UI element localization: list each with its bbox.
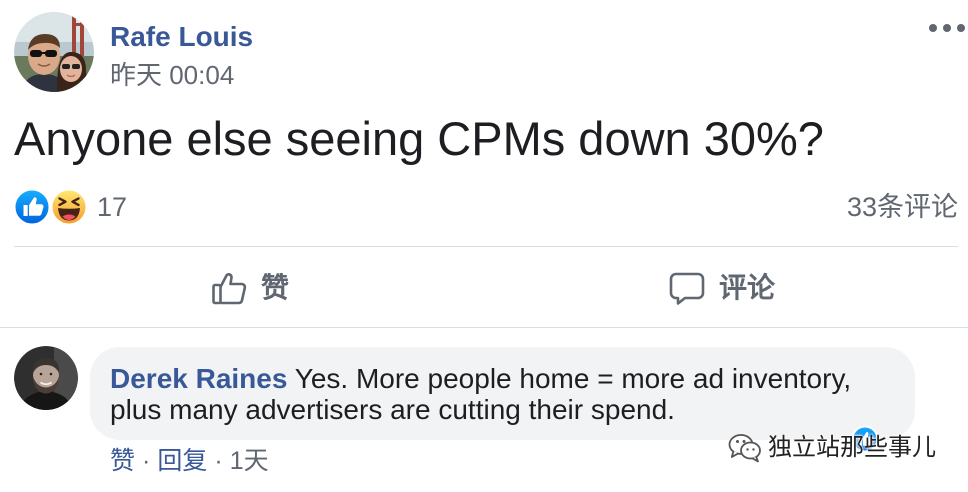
comment-like-link[interactable]: 赞 bbox=[110, 447, 135, 475]
post-author-avatar[interactable] bbox=[14, 12, 94, 92]
wechat-icon bbox=[728, 433, 762, 463]
comment-footer: 赞 · 回复 · 1天 bbox=[110, 446, 269, 476]
like-button[interactable]: 赞 bbox=[14, 266, 486, 310]
footer-separator: · bbox=[142, 447, 151, 475]
more-dot bbox=[957, 24, 965, 32]
post-text: Anyone else seeing CPMs down 30%? bbox=[14, 112, 824, 165]
more-dot bbox=[943, 24, 951, 32]
more-options-icon[interactable] bbox=[929, 20, 965, 36]
divider bbox=[0, 327, 968, 328]
reaction-count: 17 bbox=[97, 192, 128, 222]
comment-button-label: 评论 bbox=[718, 272, 775, 303]
comment-author-avatar[interactable] bbox=[14, 346, 78, 410]
haha-reaction-icon bbox=[50, 188, 88, 226]
post-action-bar: 赞 评论 bbox=[14, 266, 958, 310]
comment-bubble-icon bbox=[669, 270, 705, 306]
profile-photo bbox=[14, 12, 94, 92]
watermark-text: 独立站那些事儿 bbox=[768, 434, 936, 461]
comment-bubble: Derek Raines Yes. More people home = mor… bbox=[90, 347, 915, 440]
comment-timestamp[interactable]: 1天 bbox=[230, 447, 269, 475]
watermark: 独立站那些事儿 bbox=[728, 433, 936, 463]
more-dot bbox=[929, 24, 937, 32]
comment-reply-link[interactable]: 回复 bbox=[157, 447, 207, 475]
comment-count-link[interactable]: 33条评论 bbox=[847, 190, 958, 224]
footer-separator: · bbox=[214, 447, 223, 475]
thumbs-up-outline-icon bbox=[211, 270, 247, 306]
like-button-label: 赞 bbox=[260, 272, 289, 303]
post-timestamp[interactable]: 昨天 00:04 bbox=[110, 59, 234, 91]
comment-button[interactable]: 评论 bbox=[486, 266, 958, 310]
divider bbox=[14, 246, 958, 247]
post-author-name[interactable]: Rafe Louis bbox=[110, 20, 253, 54]
profile-photo bbox=[14, 346, 78, 410]
reactions-summary[interactable]: 17 bbox=[13, 188, 127, 226]
comment-author-name[interactable]: Derek Raines bbox=[110, 363, 287, 394]
like-reaction-icon bbox=[13, 188, 51, 226]
